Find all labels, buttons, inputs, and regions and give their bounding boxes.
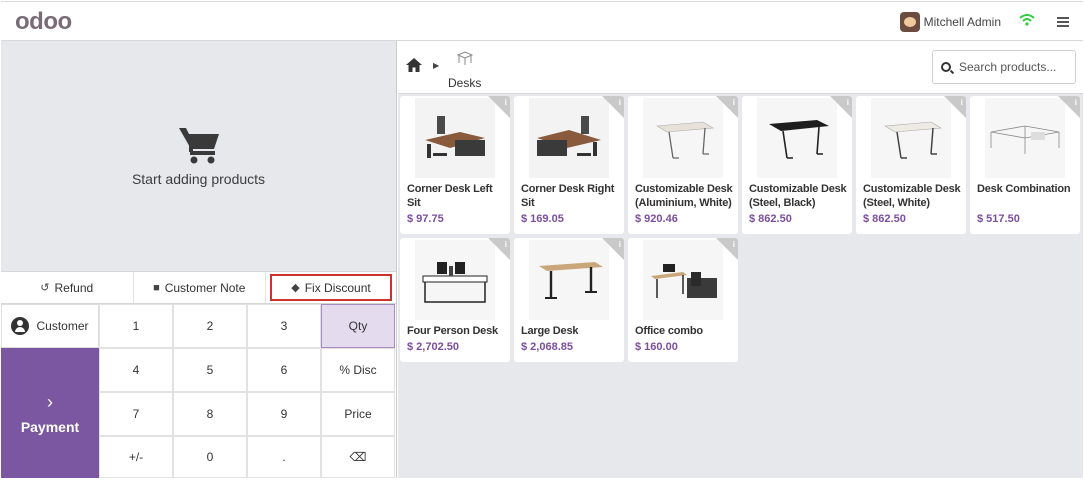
payment-button[interactable]: › Payment xyxy=(1,348,99,478)
numpad-key-8[interactable]: 8 xyxy=(173,392,247,436)
product-image-corner-desk-right xyxy=(529,98,609,178)
refund-button[interactable]: ↺ Refund xyxy=(1,272,134,303)
product-image-desk-white-steel xyxy=(871,98,951,178)
product-price: $ 160.00 xyxy=(635,341,678,353)
wifi-icon xyxy=(1019,14,1035,26)
hamburger-menu-icon[interactable] xyxy=(1057,17,1069,27)
numpad: Customer › Payment 1 2 3 Qty 4 5 6 % Dis… xyxy=(1,304,396,478)
info-icon: i xyxy=(732,240,735,249)
tag-icon: ◆ xyxy=(291,282,300,294)
numpad-key-3[interactable]: 3 xyxy=(247,304,321,348)
product-card[interactable]: i Large Desk $ 2,068.85 xyxy=(514,238,624,362)
info-icon: i xyxy=(504,240,507,249)
info-icon: i xyxy=(618,240,621,249)
product-price: $ 920.46 xyxy=(635,213,678,225)
info-icon: i xyxy=(1074,98,1077,107)
fix-discount-label: Fix Discount xyxy=(304,280,371,295)
product-price: $ 169.05 xyxy=(521,213,564,225)
product-card[interactable]: i Desk Combination $ 517.50 xyxy=(970,96,1080,234)
product-name: Large Desk xyxy=(521,325,579,337)
product-image-four-person-desk xyxy=(415,240,495,320)
backspace-icon[interactable]: ⌫ xyxy=(321,436,395,478)
search-input[interactable] xyxy=(959,60,1069,74)
product-name: Office combo xyxy=(635,325,703,337)
numpad-key-0[interactable]: 0 xyxy=(173,436,247,478)
payment-label: Payment xyxy=(20,418,80,435)
product-image-desk-combination xyxy=(985,98,1065,178)
product-card[interactable]: i Corner Desk Right Sit $ 169.05 xyxy=(514,96,624,234)
product-image-large-desk xyxy=(529,240,609,320)
fix-discount-button[interactable]: ◆ Fix Discount xyxy=(270,274,392,301)
product-name: Corner Desk Left Sit xyxy=(407,183,493,209)
product-name: Desk Combination xyxy=(977,183,1071,195)
order-lines-area: Start adding products xyxy=(1,41,396,271)
shopping-cart-icon xyxy=(179,128,219,164)
product-card[interactable]: i Four Person Desk $ 2,702.50 xyxy=(400,238,510,362)
product-name: Customizable Desk (Steel, Black) xyxy=(749,183,847,209)
discount-mode-button[interactable]: % Disc xyxy=(321,348,395,392)
numpad-key-plus-minus[interactable]: +/- xyxy=(99,436,173,478)
product-screen: ▶ Desks i Corner Desk Left Sit $ 97.7 xyxy=(398,41,1083,478)
user-avatar xyxy=(899,12,920,32)
product-image-office-combo xyxy=(643,240,723,320)
product-price: $ 862.50 xyxy=(863,213,906,225)
info-icon: i xyxy=(846,98,849,107)
note-icon: ■ xyxy=(153,281,160,294)
numpad-key-7[interactable]: 7 xyxy=(99,392,173,436)
control-buttons: ↺ Refund ■ Customer Note ◆ Fix Discount xyxy=(1,271,396,304)
product-card[interactable]: i Customizable Desk (Steel, White) $ 862… xyxy=(856,96,966,234)
customer-note-label: Customer Note xyxy=(164,280,246,295)
numpad-key-1[interactable]: 1 xyxy=(99,304,173,348)
product-image-desk-black-steel xyxy=(757,98,837,178)
product-price: $ 2,702.50 xyxy=(407,341,459,353)
product-name: Customizable Desk (Aluminium, White) xyxy=(635,183,733,209)
desk-category-icon[interactable] xyxy=(456,50,474,66)
qty-mode-button[interactable]: Qty xyxy=(321,304,395,348)
customer-note-button[interactable]: ■ Customer Note xyxy=(134,272,266,303)
customer-button[interactable]: Customer xyxy=(1,304,99,348)
product-image-desk-white-alu xyxy=(643,98,723,178)
product-card[interactable]: i Corner Desk Left Sit $ 97.75 xyxy=(400,96,510,234)
product-price: $ 2,068.85 xyxy=(521,341,573,353)
search-box[interactable] xyxy=(932,50,1076,84)
product-name: Four Person Desk xyxy=(407,325,498,337)
numpad-key-4[interactable]: 4 xyxy=(99,348,173,392)
price-mode-button[interactable]: Price xyxy=(321,392,395,436)
info-icon: i xyxy=(618,98,621,107)
product-name: Customizable Desk (Steel, White) xyxy=(863,183,961,209)
search-icon xyxy=(941,62,951,72)
product-name: Corner Desk Right Sit xyxy=(521,183,615,209)
product-card[interactable]: i Office combo $ 160.00 xyxy=(628,238,738,362)
undo-icon: ↺ xyxy=(40,282,50,294)
chevron-right-icon: › xyxy=(47,391,53,412)
numpad-key-2[interactable]: 2 xyxy=(173,304,247,348)
info-icon: i xyxy=(960,98,963,107)
product-image-corner-desk-left xyxy=(415,98,495,178)
numpad-key-6[interactable]: 6 xyxy=(247,348,321,392)
user-icon xyxy=(11,317,30,335)
order-panel: Start adding products ↺ Refund ■ Custome… xyxy=(1,41,397,478)
breadcrumb: ▶ Desks xyxy=(398,41,1083,94)
user-menu[interactable]: Mitchell Admin xyxy=(899,12,1001,32)
breadcrumb-separator-icon: ▶ xyxy=(433,61,440,70)
product-price: $ 862.50 xyxy=(749,213,792,225)
product-card[interactable]: i Customizable Desk (Aluminium, White) $… xyxy=(628,96,738,234)
breadcrumb-category-desks[interactable]: Desks xyxy=(448,76,481,90)
user-name: Mitchell Admin xyxy=(923,15,1001,29)
product-card[interactable]: i Customizable Desk (Steel, Black) $ 862… xyxy=(742,96,852,234)
top-bar: odoo Mitchell Admin xyxy=(1,1,1083,41)
odoo-logo: odoo xyxy=(15,8,72,35)
numpad-key-5[interactable]: 5 xyxy=(173,348,247,392)
info-icon: i xyxy=(504,98,507,107)
product-price: $ 517.50 xyxy=(977,213,1020,225)
info-icon: i xyxy=(732,98,735,107)
numpad-key-9[interactable]: 9 xyxy=(247,392,321,436)
refund-label: Refund xyxy=(54,280,94,295)
product-price: $ 97.75 xyxy=(407,213,444,225)
numpad-key-decimal[interactable]: . xyxy=(247,436,321,478)
home-icon[interactable] xyxy=(406,58,422,72)
customer-label: Customer xyxy=(36,319,89,333)
empty-order-text: Start adding products xyxy=(131,171,266,187)
